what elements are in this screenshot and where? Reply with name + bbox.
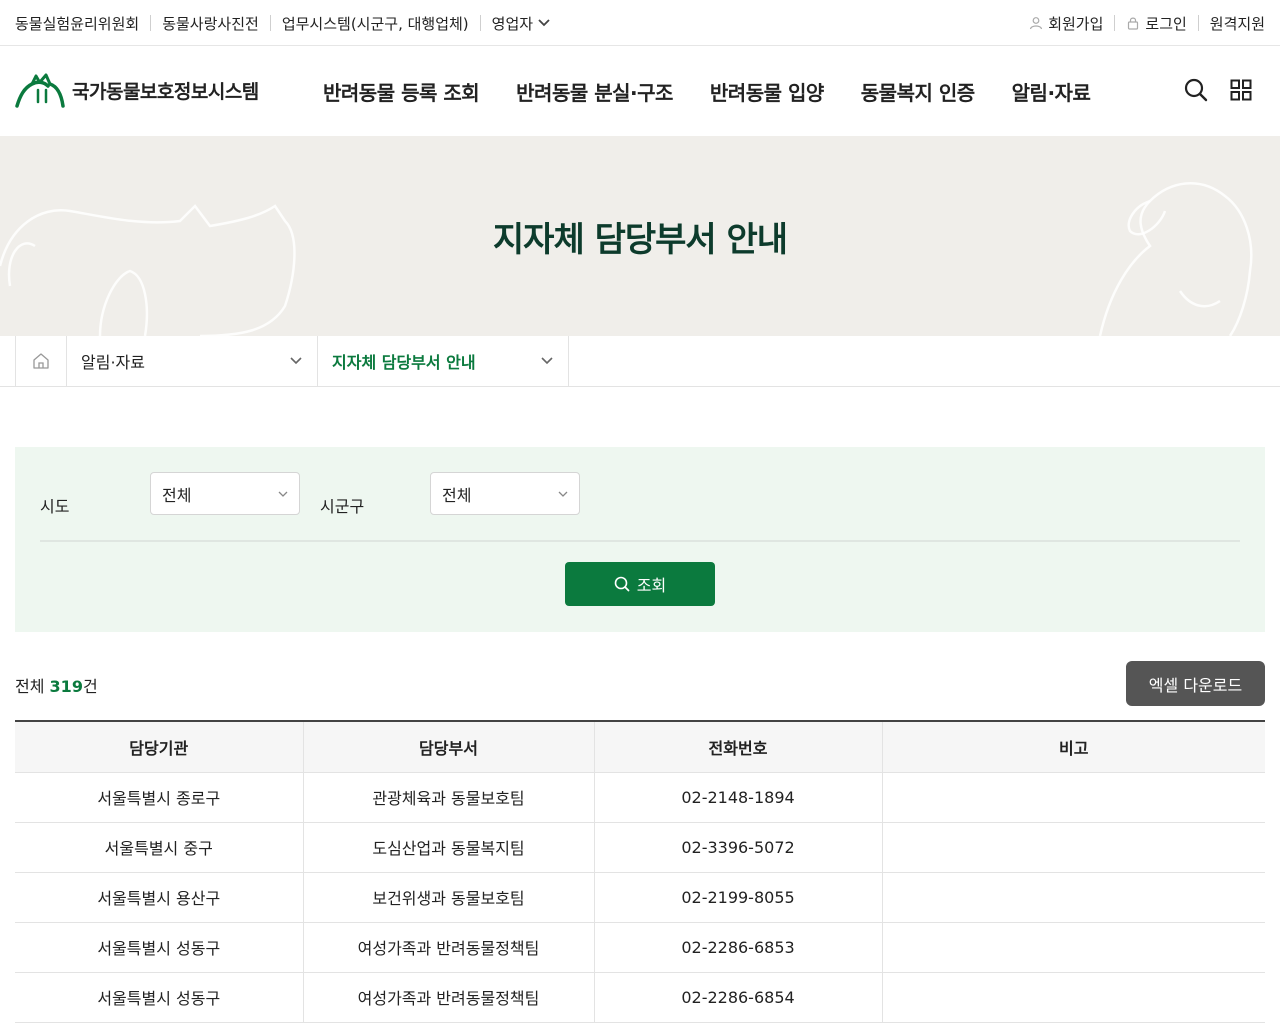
department-table: 담당기관 담당부서 전화번호 비고 서울특별시 종로구 관광체육과 동물보호팀 … — [15, 720, 1265, 1023]
department-cell: 보건위생과 동물보호팀 — [302, 872, 594, 923]
department-cell: 도심산업과 동물복지팀 — [302, 822, 594, 873]
remote-support-link[interactable]: 원격지원 — [1210, 13, 1265, 34]
sitemap-button[interactable] — [1228, 77, 1254, 103]
user-icon — [1030, 17, 1043, 30]
result-count-suffix: 건 — [82, 677, 98, 696]
column-header-department: 담당부서 — [302, 720, 594, 773]
divider — [40, 540, 1240, 542]
excel-download-button[interactable]: 엑셀 다운로드 — [1126, 661, 1265, 706]
table-row: 서울특별시 성동구 여성가족과 반려동물정책팀 02-2286-6854 — [15, 972, 1265, 1023]
column-header-note: 비고 — [881, 720, 1265, 773]
search-submit-label: 조회 — [636, 576, 667, 595]
department-cell: 관광체육과 동물보호팀 — [302, 772, 594, 823]
sigungu-select-value: 전체 — [442, 485, 472, 505]
util-link-ethics[interactable]: 동물실험윤리위원회 — [15, 13, 139, 34]
sido-select-value: 전체 — [162, 485, 192, 505]
agency-cell: 서울특별시 종로구 — [15, 772, 303, 823]
sigungu-label: 시군구 — [320, 497, 365, 516]
breadcrumb-level2-select[interactable]: 지자체 담당부서 안내 — [318, 336, 569, 386]
main-header: 국가동물보호정보시스템 반려동물 등록 조회 반려동물 분실·구조 반려동물 입… — [0, 46, 1280, 136]
search-panel: 시도 전체 시군구 전체 조회 — [15, 447, 1265, 632]
menu-item-registration[interactable]: 반려동물 등록 조회 — [323, 77, 480, 106]
phone-cell: 02-2286-6854 — [593, 972, 882, 1023]
divider — [269, 15, 271, 31]
search-icon — [614, 576, 630, 592]
breadcrumb: 알림·자료 지자체 담당부서 안내 — [0, 336, 1280, 387]
site-logo[interactable]: 국가동물보호정보시스템 — [14, 72, 259, 108]
menu-item-adoption[interactable]: 반려동물 입양 — [710, 77, 824, 106]
home-icon — [33, 353, 49, 369]
utility-links: 동물실험윤리위원회 동물사랑사진전 업무시스템(시군구, 대행업체) 영업자 — [15, 0, 551, 46]
phone-cell: 02-2286-6853 — [593, 922, 882, 973]
menu-item-lost-rescue[interactable]: 반려동물 분실·구조 — [516, 77, 673, 106]
department-cell: 여성가족과 반려동물정책팀 — [302, 922, 594, 973]
result-count-number: 319 — [49, 677, 83, 696]
table-row: 서울특별시 중구 도심산업과 동물복지팀 02-3396-5072 — [15, 822, 1265, 873]
excel-download-label: 엑셀 다운로드 — [1148, 675, 1243, 695]
table-header-row: 담당기관 담당부서 전화번호 비고 — [15, 720, 1265, 773]
breadcrumb-level1-select[interactable]: 알림·자료 — [67, 336, 318, 386]
divider — [1114, 15, 1116, 31]
phone-cell: 02-2148-1894 — [593, 772, 882, 823]
member-links: 회원가입 로그인 원격지원 — [1029, 0, 1265, 46]
divider — [479, 15, 481, 31]
chevron-down-icon — [558, 491, 568, 497]
phone-cell: 02-2199-8055 — [593, 872, 882, 923]
agency-cell: 서울특별시 용산구 — [15, 872, 303, 923]
divider — [150, 15, 152, 31]
agency-cell: 서울특별시 성동구 — [15, 972, 303, 1023]
page-title: 지자체 담당부서 안내 — [492, 220, 788, 260]
search-button[interactable] — [1183, 77, 1209, 103]
sido-label: 시도 — [40, 497, 70, 516]
breadcrumb-home[interactable] — [15, 336, 67, 386]
column-header-agency: 담당기관 — [15, 720, 303, 773]
menu-item-notice[interactable]: 알림·자료 — [1012, 77, 1091, 106]
table-row: 서울특별시 성동구 여성가족과 반려동물정책팀 02-2286-6853 — [15, 922, 1265, 973]
chevron-down-icon — [290, 357, 302, 365]
breadcrumb-level2-label: 지자체 담당부서 안내 — [332, 353, 476, 372]
sigungu-select[interactable]: 전체 — [430, 472, 580, 515]
remote-support-label: 원격지원 — [1209, 14, 1265, 33]
column-header-phone: 전화번호 — [593, 720, 882, 773]
signup-label: 회원가입 — [1048, 14, 1104, 33]
chevron-down-icon — [278, 491, 288, 497]
utility-bar: 동물실험윤리위원회 동물사랑사진전 업무시스템(시군구, 대행업체) 영업자 회… — [0, 0, 1280, 46]
result-count: 전체 319건 — [15, 673, 98, 697]
business-dropdown[interactable]: 영업자 — [492, 13, 551, 34]
note-cell — [881, 922, 1265, 973]
business-dropdown-label: 영업자 — [491, 14, 534, 33]
login-link[interactable]: 로그인 — [1126, 13, 1187, 34]
logo-text: 국가동물보호정보시스템 — [72, 80, 259, 103]
phone-cell: 02-3396-5072 — [593, 822, 882, 873]
grid-menu-icon — [1230, 79, 1252, 101]
main-menu: 반려동물 등록 조회 반려동물 분실·구조 반려동물 입양 동물복지 인증 알림… — [323, 46, 1127, 136]
util-link-photo-contest[interactable]: 동물사랑사진전 — [162, 13, 259, 34]
note-cell — [881, 772, 1265, 823]
result-count-prefix: 전체 — [15, 677, 45, 696]
breadcrumb-level1-label: 알림·자료 — [81, 353, 145, 372]
divider — [1197, 15, 1199, 31]
util-link-work-system[interactable]: 업무시스템(시군구, 대행업체) — [282, 13, 469, 34]
table-row: 서울특별시 용산구 보건위생과 동물보호팀 02-2199-8055 — [15, 872, 1265, 923]
page-hero: 지자체 담당부서 안내 — [0, 136, 1280, 336]
chevron-down-icon — [541, 357, 553, 365]
lock-icon — [1128, 17, 1139, 30]
chevron-down-icon — [538, 19, 550, 27]
department-cell: 여성가족과 반려동물정책팀 — [302, 972, 594, 1023]
search-submit-button[interactable]: 조회 — [565, 562, 715, 606]
note-cell — [881, 972, 1265, 1023]
logo-icon — [15, 73, 65, 108]
header-tools — [1164, 77, 1254, 103]
agency-cell: 서울특별시 성동구 — [15, 922, 303, 973]
menu-item-welfare-cert[interactable]: 동물복지 인증 — [861, 77, 975, 106]
table-row: 서울특별시 종로구 관광체육과 동물보호팀 02-2148-1894 — [15, 772, 1265, 823]
sido-select[interactable]: 전체 — [150, 472, 300, 515]
login-label: 로그인 — [1145, 14, 1187, 33]
note-cell — [881, 872, 1265, 923]
note-cell — [881, 822, 1265, 873]
signup-link[interactable]: 회원가입 — [1029, 13, 1103, 34]
search-icon — [1184, 78, 1208, 102]
agency-cell: 서울특별시 중구 — [15, 822, 303, 873]
